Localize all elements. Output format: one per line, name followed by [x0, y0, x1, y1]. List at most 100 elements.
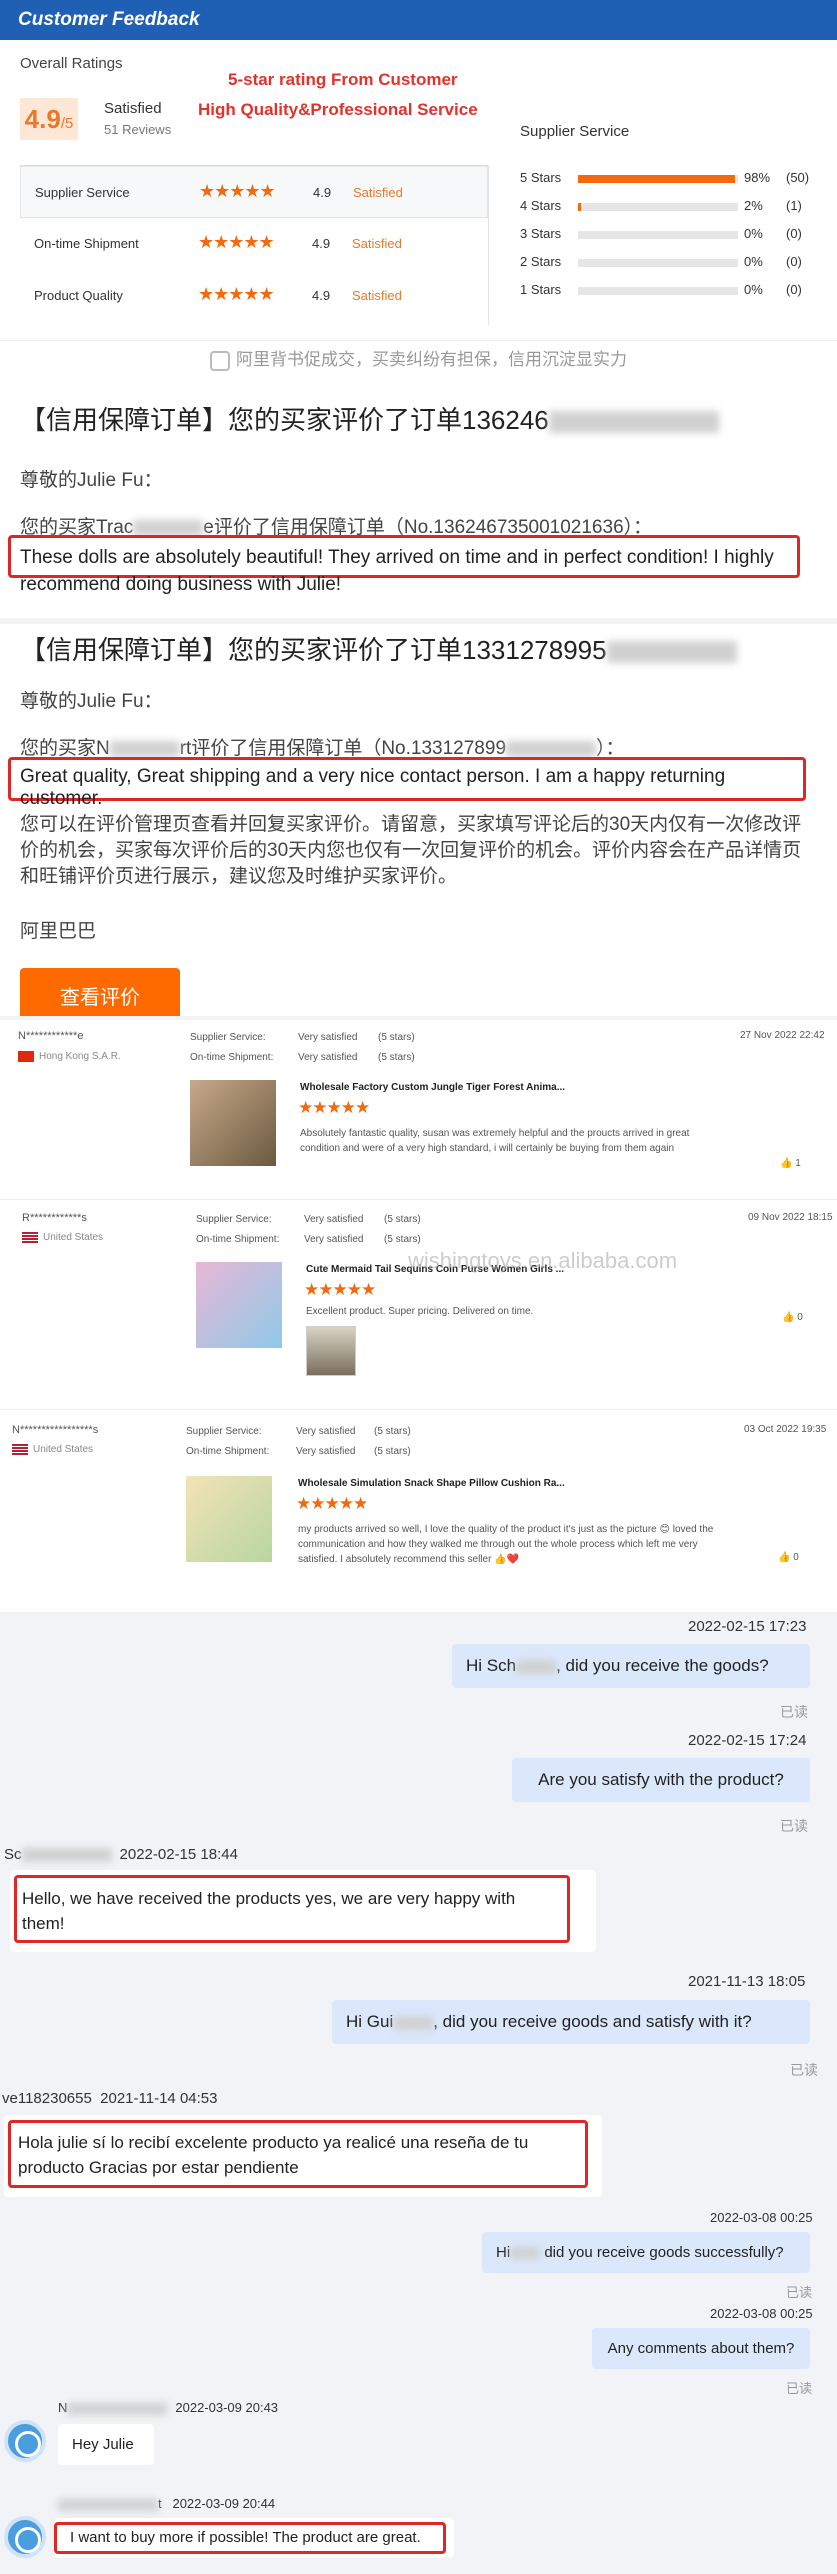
sender-timestamp: Sc 2022-02-15 18:44 — [4, 1846, 238, 1863]
rating-row: On-time Shipment ★★★★★ 4.9 Satisfied — [34, 232, 402, 252]
read-status: 已读 — [786, 2285, 813, 2300]
sent-message: Are you satisfy with the product? — [512, 1758, 810, 1802]
redacted — [506, 740, 597, 757]
review-text: These dolls are absolutely beautiful! Th… — [20, 547, 774, 595]
sender-timestamp: t 2022-03-09 20:44 — [58, 2496, 275, 2511]
thumbs-up-icon: 👍 — [780, 1158, 793, 1169]
trust-banner: 阿里背书促成交，买卖纠纷有担保，信用沉淀显实力 — [0, 345, 837, 371]
message-timestamp: 2022-02-15 17:23 — [688, 1618, 807, 1635]
buyer-name: N*****************s — [12, 1424, 99, 1436]
product-thumbnail[interactable] — [196, 1262, 282, 1348]
star-count: (50) — [786, 170, 810, 185]
star-label: 2 Stars — [520, 254, 562, 269]
promo-line-2: High Quality&Professional Service — [198, 100, 478, 119]
us-flag-icon — [12, 1444, 28, 1455]
hk-flag-icon — [18, 1051, 34, 1062]
product-thumbnail[interactable] — [186, 1476, 272, 1562]
message-timestamp: 2022-03-08 00:25 — [710, 2210, 813, 2225]
supplier-service-title: Supplier Service — [520, 123, 630, 140]
divider — [0, 340, 837, 341]
notice-paragraph: 您可以在评价管理页查看并回复买家评价。请留意，买家填写评论后的30天内仅有一次修… — [20, 814, 802, 887]
redacted — [58, 2498, 158, 2511]
redacted — [516, 1659, 557, 1674]
notice-title: 【信用保障订单】您的买家评价了订单136246 — [20, 400, 719, 437]
buyer-name: N************e — [18, 1030, 84, 1042]
notice-line: 您的买家N rt评价了信用保障订单（No.133127899）： — [20, 738, 625, 759]
review-body: Absolutely fantastic quality, susan was … — [300, 1128, 690, 1154]
star-percent: 0% — [744, 226, 763, 241]
product-link[interactable]: Wholesale Factory Custom Jungle Tiger Fo… — [300, 1082, 565, 1093]
review-date: 27 Nov 2022 22:42 — [740, 1030, 825, 1041]
redacted — [21, 1848, 112, 1863]
notice-greeting: 尊敬的Julie Fu： — [20, 470, 163, 491]
redacted — [67, 2402, 168, 2415]
stars-icon: ★★★★★ — [298, 1098, 370, 1117]
star-percent: 0% — [744, 254, 763, 269]
us-flag-icon — [22, 1232, 38, 1243]
redacted — [548, 411, 719, 434]
read-status: 已读 — [790, 2062, 818, 2078]
overall-score: 4.9/5 — [20, 98, 78, 140]
shield-icon — [210, 350, 230, 371]
product-thumbnail[interactable] — [190, 1080, 276, 1166]
star-percent: 2% — [744, 198, 763, 213]
star-bar-row: 1 Stars 0% (0) — [520, 282, 820, 302]
star-label: 3 Stars — [520, 226, 562, 241]
stars-icon: ★★★★★ — [198, 232, 275, 252]
feedback-header: Customer Feedback — [0, 0, 837, 40]
watermark: wishingtoys.en.alibaba.com — [408, 1248, 678, 1273]
redacted — [606, 641, 737, 664]
message-timestamp: 2022-03-08 00:25 — [710, 2306, 813, 2321]
star-bar — [578, 175, 738, 183]
review-body: my products arrived so well, I love the … — [298, 1524, 714, 1565]
section-separator — [0, 618, 837, 624]
view-reviews-button[interactable]: 查看评价 — [20, 968, 180, 1016]
review-photo[interactable] — [306, 1326, 356, 1376]
received-message: I want to buy more if possible! The prod… — [70, 2529, 421, 2546]
overall-ratings-label: Overall Ratings — [20, 55, 123, 72]
product-link[interactable]: Wholesale Simulation Snack Shape Pillow … — [298, 1478, 565, 1489]
sent-message: Any comments about them? — [592, 2328, 810, 2369]
stars-icon: ★★★★★ — [296, 1494, 368, 1513]
review-card: R************s United States Supplier Se… — [0, 1200, 837, 1410]
star-bar — [578, 231, 738, 239]
read-status: 已读 — [786, 2381, 813, 2396]
message-timestamp: 2021-11-13 18:05 — [688, 1973, 806, 1990]
star-label: 5 Stars — [520, 170, 562, 185]
rating-row: Supplier Service ★★★★★ 4.9 Satisfied — [20, 166, 488, 218]
like-button[interactable]: 👍 0 — [778, 1552, 799, 1563]
star-bar-row: 3 Stars 0% (0) — [520, 226, 820, 246]
review-text: Great quality, Great shipping and a very… — [20, 766, 726, 809]
sent-message: Hi Sch, did you receive the goods? — [452, 1644, 810, 1688]
star-bar — [578, 259, 738, 267]
rating-breakdown: Supplier Service ★★★★★ 4.9 Satisfied On-… — [20, 165, 488, 325]
like-button[interactable]: 👍 1 — [780, 1158, 801, 1169]
overall-satisfied: Satisfied — [104, 100, 162, 117]
sender-timestamp: N 2022-03-09 20:43 — [58, 2400, 279, 2415]
thumbs-up-icon: 👍 — [778, 1552, 791, 1563]
redacted — [393, 2015, 434, 2030]
stars-icon: ★★★★★ — [198, 284, 275, 304]
received-message: Hola julie sí lo recibí excelente produc… — [18, 2133, 529, 2177]
user-avatar-icon[interactable] — [4, 2420, 46, 2462]
review-card: N*****************s United States Suppli… — [12, 1424, 827, 1565]
like-button[interactable]: 👍 0 — [782, 1312, 803, 1323]
star-bar-row: 2 Stars 0% (0) — [520, 254, 820, 274]
notice-title: 【信用保障订单】您的买家评价了订单1331278995 — [20, 630, 737, 667]
promo-line-1: 5-star rating From Customer — [228, 70, 458, 89]
sent-message: Hi Gui, did you receive goods and satisf… — [332, 2000, 810, 2044]
star-bar-fill — [578, 203, 582, 211]
star-count: (1) — [786, 198, 802, 213]
sender-timestamp: ve118230655 2021-11-14 04:53 — [2, 2090, 218, 2107]
star-bar — [578, 287, 738, 295]
rating-row: Product Quality ★★★★★ 4.9 Satisfied — [34, 284, 402, 304]
star-bar-row: 5 Stars 98% (50) — [520, 170, 820, 190]
user-avatar-icon[interactable] — [4, 2516, 46, 2558]
star-percent: 98% — [744, 170, 771, 185]
stars-icon: ★★★★★ — [199, 181, 276, 201]
star-count: (0) — [786, 226, 802, 241]
buyer-name: R************s — [22, 1212, 87, 1224]
received-message: Hey Julie — [58, 2424, 154, 2465]
read-status: 已读 — [780, 1704, 808, 1720]
review-card: N************e Hong Kong S.A.R. Supplier… — [0, 1020, 837, 1200]
